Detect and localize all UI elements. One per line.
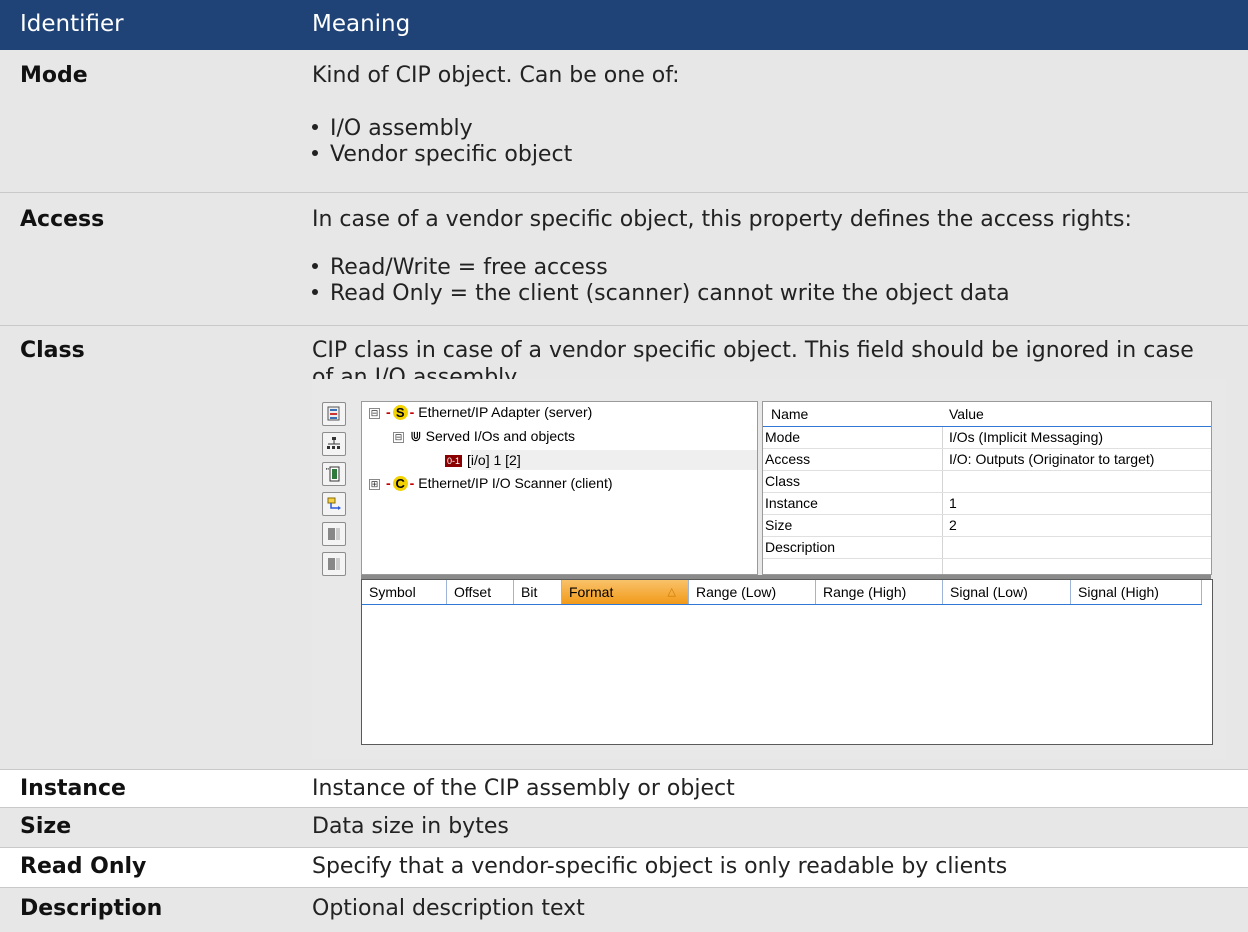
table-row-read-only: Read Only Specify that a vendor-specific…: [0, 847, 1248, 888]
property-row[interactable]: Instance 1: [763, 493, 1211, 515]
bullet-item: Vendor specific object: [312, 142, 572, 167]
column-header-range-low[interactable]: Range (Low): [689, 580, 816, 604]
document-page: Identifier Meaning Mode Kind of CIP obje…: [0, 0, 1248, 932]
value-column-header[interactable]: Value: [949, 406, 984, 422]
properties-header: Name Value: [763, 402, 1211, 427]
property-row[interactable]: Class: [763, 471, 1211, 493]
io-assembly-icon: 0-1: [445, 455, 463, 468]
row-identifier: Read Only: [20, 854, 147, 879]
column-header-bit[interactable]: Bit: [514, 580, 562, 604]
column-header-format[interactable]: Format △: [562, 580, 689, 604]
sort-ascending-icon: △: [667, 586, 676, 598]
disabled-io2-icon: [322, 552, 346, 576]
server-badge-icon: S: [392, 405, 408, 420]
table-row-mode: Mode Kind of CIP object. Can be one of: …: [0, 50, 1248, 192]
client-badge-icon: C: [392, 476, 408, 491]
column-header-symbol[interactable]: Symbol: [362, 580, 447, 604]
row-meaning: In case of a vendor specific object, thi…: [312, 207, 1132, 232]
row-meaning: Kind of CIP object. Can be one of:: [312, 63, 680, 88]
row-identifier: Description: [20, 896, 163, 921]
bullet-item: Read Only = the client (scanner) cannot …: [312, 281, 1010, 306]
row-meaning: Data size in bytes: [312, 814, 509, 839]
property-row[interactable]: Description: [763, 537, 1211, 559]
network-icon[interactable]: [322, 432, 346, 456]
properties-grid: Name Value Mode I/Os (Implicit Messaging…: [762, 401, 1212, 575]
table-row-instance: Instance Instance of the CIP assembly or…: [0, 769, 1248, 808]
bullet-item: Read/Write = free access: [312, 255, 608, 280]
bullet-item: I/O assembly: [312, 116, 473, 141]
tree-item-scanner[interactable]: ⊞ - C - Ethernet/IP I/O Scanner (client): [369, 475, 613, 491]
collapse-toggle[interactable]: ⊟: [369, 407, 380, 419]
row-identifier: Class: [20, 338, 85, 363]
collapse-toggle[interactable]: ⊟: [393, 431, 404, 443]
column-header-offset[interactable]: Offset: [447, 580, 514, 604]
svg-text:": ": [326, 467, 329, 476]
row-meaning: Optional description text: [312, 896, 585, 921]
disabled-io-icon: [322, 522, 346, 546]
column-header-signal-low[interactable]: Signal (Low): [943, 580, 1071, 604]
row-identifier: Size: [20, 814, 72, 839]
table-row-description: Description Optional description text: [0, 887, 1248, 932]
row-meaning: Specify that a vendor-specific object is…: [312, 854, 1008, 879]
property-row[interactable]: Size 2: [763, 515, 1211, 537]
meaning-column-header: Meaning: [312, 11, 411, 37]
object-tree: ⊟ - S - Ethernet/IP Adapter (server) ⊟ ⋓ Ser…: [361, 401, 758, 575]
property-row[interactable]: Access I/O: Outputs (Originator to targe…: [763, 449, 1211, 471]
add-object-icon[interactable]: ": [322, 462, 346, 486]
mapping-icon[interactable]: [322, 492, 346, 516]
property-row[interactable]: Mode I/Os (Implicit Messaging): [763, 427, 1211, 449]
row-identifier: Mode: [20, 63, 88, 88]
row-identifier: Instance: [20, 776, 126, 801]
identifier-column-header: Identifier: [20, 11, 124, 37]
row-meaning: Instance of the CIP assembly or object: [312, 776, 735, 801]
mapping-grid: Symbol Offset Bit Format △ Range (Low) R…: [361, 579, 1213, 745]
tree-item-io-assembly[interactable]: 0-1 [i/o] 1 [2]: [445, 452, 521, 468]
expand-toggle[interactable]: ⊞: [369, 478, 380, 490]
name-column-header[interactable]: Name: [771, 406, 808, 422]
column-header-signal-high[interactable]: Signal (High): [1071, 580, 1202, 604]
network-tree-icon: ⋓: [410, 428, 422, 444]
embedded-screenshot: " ⊟ - S - Ethernet/IP Adapter (server) ⊟ ⋓ S…: [312, 379, 1226, 759]
tree-item-adapter[interactable]: ⊟ - S - Ethernet/IP Adapter (server): [369, 404, 592, 420]
tree-item-served-ios[interactable]: ⊟ ⋓ Served I/Os and objects: [393, 428, 575, 445]
column-header-range-high[interactable]: Range (High): [816, 580, 943, 604]
tree-view-icon[interactable]: [322, 402, 346, 426]
table-header: Identifier Meaning: [0, 0, 1248, 50]
row-identifier: Access: [20, 207, 105, 232]
table-row-access: Access In case of a vendor specific obje…: [0, 192, 1248, 326]
table-row-size: Size Data size in bytes: [0, 807, 1248, 848]
